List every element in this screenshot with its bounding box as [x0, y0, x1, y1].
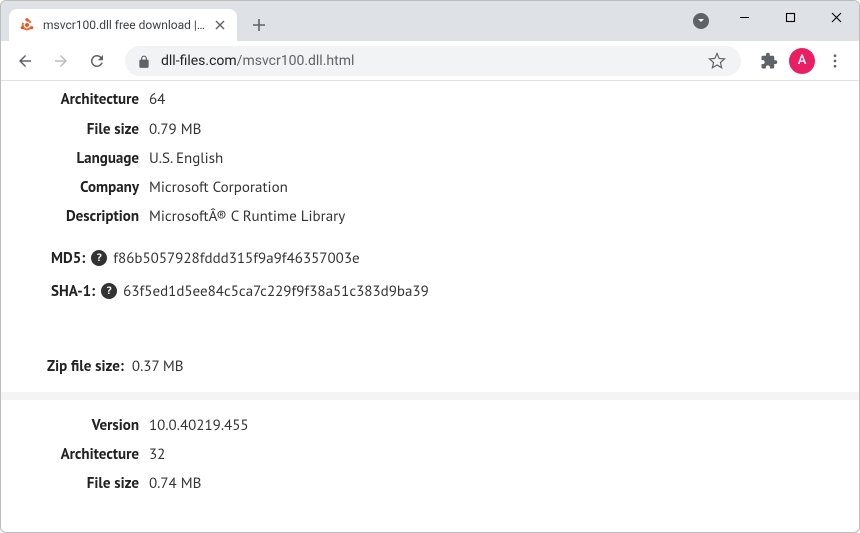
- table-row: Version 10.0.40219.455: [51, 414, 829, 437]
- label-language: Language: [51, 147, 139, 170]
- value-architecture: 32: [139, 443, 165, 466]
- window-maximize-button[interactable]: [767, 1, 813, 33]
- incognito-indicator-icon[interactable]: [693, 13, 709, 29]
- label-filesize: File size: [51, 118, 139, 141]
- table-row: Architecture 32: [51, 443, 829, 466]
- table-row: Version 10.0.40219.473: [51, 81, 829, 82]
- table-row: File size 0.79 MB: [51, 118, 829, 141]
- avatar-letter: A: [798, 53, 807, 68]
- browser-window: msvcr100.dll free download | DL…: [0, 0, 860, 533]
- table-row: Architecture 64: [51, 88, 829, 111]
- table-row: File size 0.74 MB: [51, 472, 829, 495]
- zip-size-value: 0.37 MB: [132, 357, 184, 376]
- value-company: Microsoft Corporation: [139, 176, 288, 199]
- value-version: 10.0.40219.455: [139, 414, 249, 437]
- toolbar: dll-files.com/msvcr100.dll.html A: [1, 41, 859, 81]
- value-language: U.S. English: [139, 147, 223, 170]
- value-description: MicrosoftÂ® C Runtime Library: [139, 205, 345, 228]
- help-icon[interactable]: ?: [101, 283, 117, 299]
- md5-label: MD5:: [51, 249, 85, 268]
- label-version: Version: [51, 414, 139, 437]
- titlebar: msvcr100.dll free download | DL…: [1, 1, 859, 41]
- new-tab-button[interactable]: [245, 11, 273, 39]
- value-version: 10.0.40219.473: [139, 81, 249, 82]
- bookmark-star-icon[interactable]: [705, 49, 729, 73]
- sha1-row: SHA-1: ? 63f5ed1d5ee84c5ca7c229f9f38a51c…: [51, 282, 829, 301]
- address-bar[interactable]: dll-files.com/msvcr100.dll.html: [125, 46, 741, 76]
- table-row: Company Microsoft Corporation: [51, 176, 829, 199]
- label-version: Version: [51, 81, 139, 82]
- value-filesize: 0.74 MB: [139, 472, 201, 495]
- label-description: Description: [51, 205, 139, 228]
- help-icon[interactable]: ?: [91, 250, 107, 266]
- extensions-button[interactable]: [753, 45, 785, 77]
- md5-row: MD5: ? f86b5057928fddd315f9a9f46357003e: [51, 249, 829, 268]
- page-viewport: Version 10.0.40219.473 Architecture 64 F…: [1, 81, 859, 532]
- sha1-value: 63f5ed1d5ee84c5ca7c229f9f38a51c383d9ba39: [123, 282, 429, 301]
- browser-tab[interactable]: msvcr100.dll free download | DL…: [9, 9, 237, 41]
- sha1-label: SHA-1:: [51, 282, 95, 301]
- label-filesize: File size: [51, 472, 139, 495]
- chrome-menu-button[interactable]: [819, 45, 851, 77]
- tab-close-button[interactable]: [213, 18, 227, 32]
- label-architecture: Architecture: [51, 88, 139, 111]
- page-content[interactable]: Version 10.0.40219.473 Architecture 64 F…: [1, 81, 859, 532]
- value-filesize: 0.79 MB: [139, 118, 201, 141]
- forward-button[interactable]: [45, 45, 77, 77]
- profile-avatar[interactable]: A: [789, 48, 815, 74]
- label-architecture: Architecture: [51, 443, 139, 466]
- favicon-icon: [19, 17, 35, 33]
- window-minimize-button[interactable]: [721, 1, 767, 33]
- url-text: dll-files.com/msvcr100.dll.html: [161, 53, 354, 69]
- window-controls: [721, 1, 859, 33]
- zip-size-row: Zip file size: 0.37 MB: [47, 357, 829, 376]
- section-divider: [1, 392, 859, 400]
- value-architecture: 64: [139, 88, 165, 111]
- tab-title: msvcr100.dll free download | DL…: [43, 18, 205, 32]
- table-row: Description MicrosoftÂ® C Runtime Librar…: [51, 205, 829, 228]
- md5-value: f86b5057928fddd315f9a9f46357003e: [113, 249, 359, 268]
- table-row: Language U.S. English: [51, 147, 829, 170]
- reload-button[interactable]: [81, 45, 113, 77]
- label-company: Company: [51, 176, 139, 199]
- zip-size-label: Zip file size:: [47, 357, 124, 376]
- lock-icon: [137, 54, 151, 68]
- window-close-button[interactable]: [813, 1, 859, 33]
- back-button[interactable]: [9, 45, 41, 77]
